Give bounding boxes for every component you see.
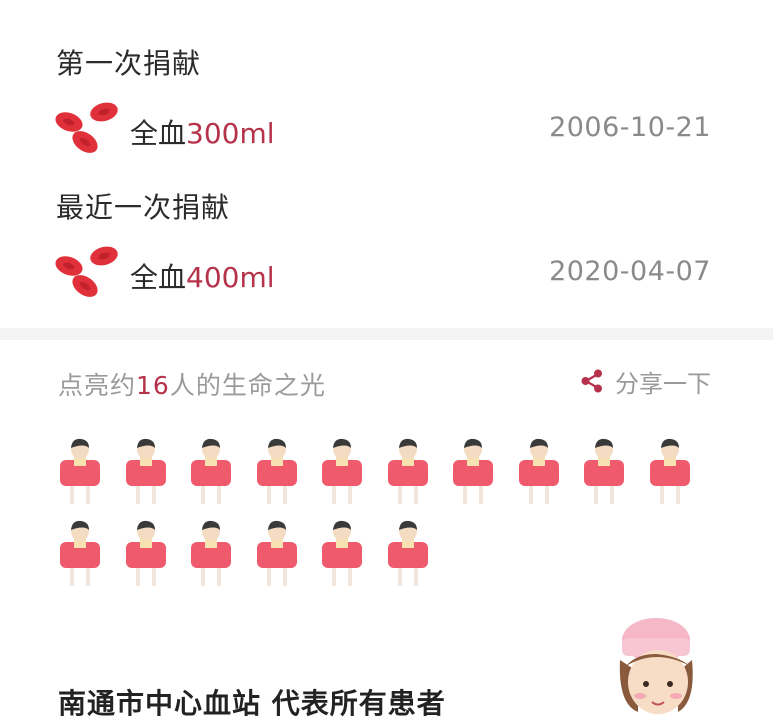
- first-donation-row[interactable]: 全血300ml 2006-10-21: [0, 100, 773, 170]
- person-icon: [56, 520, 104, 588]
- blood-type-label: 全血: [130, 117, 187, 150]
- footer-text: 南通市中心血站 代表所有患者: [58, 687, 446, 720]
- person-icon: [318, 520, 366, 588]
- latest-donation-title: 最近一次捐献: [56, 191, 231, 224]
- section-divider: [0, 328, 773, 340]
- first-donation-title: 第一次捐献: [56, 47, 202, 80]
- donation-summary-card: 第一次捐献 全血300ml 2006-10-21 最近一次捐献 全血400ml …: [0, 0, 773, 328]
- lives-prefix: 点亮约: [58, 371, 137, 400]
- person-icon: [384, 438, 432, 506]
- blood-type-label: 全血: [130, 261, 187, 294]
- share-button[interactable]: 分享一下: [579, 364, 711, 398]
- person-icon: [580, 438, 628, 506]
- blood-cells-icon: [55, 102, 118, 153]
- latest-donation-row[interactable]: 全血400ml 2020-04-07: [0, 244, 773, 314]
- blood-cells-icon: [55, 246, 118, 297]
- person-icon: [384, 520, 432, 588]
- person-icon: [253, 438, 301, 506]
- person-icon: [646, 438, 694, 506]
- person-icon: [122, 520, 170, 588]
- person-icon: [187, 438, 235, 506]
- latest-donation-date: 2020-04-07: [549, 256, 711, 287]
- share-icon: [581, 369, 602, 393]
- donation-amount: 400ml: [186, 261, 275, 294]
- person-icon: [253, 520, 301, 588]
- person-icon: [318, 438, 366, 506]
- lives-count: 16: [136, 371, 170, 400]
- share-label: 分享一下: [615, 369, 711, 398]
- person-icon: [122, 438, 170, 506]
- first-donation-date: 2006-10-21: [549, 112, 711, 143]
- lives-lit-text: 点亮约16人的生命之光: [58, 366, 326, 402]
- person-icon: [515, 438, 563, 506]
- person-icon: [56, 438, 104, 506]
- person-icon: [449, 438, 497, 506]
- nurse-illustration: [619, 618, 693, 714]
- donation-amount: 300ml: [186, 117, 275, 150]
- lives-suffix: 人的生命之光: [169, 371, 326, 400]
- person-icon: [187, 520, 235, 588]
- latest-donation-type: 全血400ml: [130, 256, 275, 296]
- first-donation-type: 全血300ml: [130, 112, 275, 152]
